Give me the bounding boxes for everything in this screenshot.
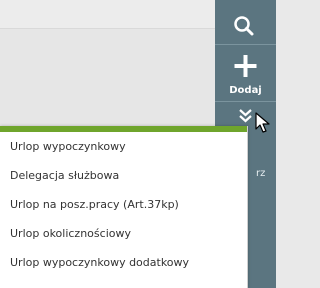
leave-type-dropdown: Urlop wypoczynkowy Delegacja służbowa Ur… <box>0 126 248 288</box>
menu-item-urlop-okolicznosciowy[interactable]: Urlop okolicznościowy <box>0 219 247 248</box>
add-button[interactable]: Dodaj <box>215 45 276 101</box>
search-button[interactable] <box>215 0 276 44</box>
mouse-cursor-icon <box>255 112 270 133</box>
plus-icon <box>234 55 257 77</box>
menu-item-urlop-wypoczynkowy-dodatkowy[interactable]: Urlop wypoczynkowy dodatkowy <box>0 248 247 277</box>
content-header-bar <box>0 0 215 29</box>
search-icon <box>234 16 254 36</box>
menu-item-delegacja-sluzbowa[interactable]: Delegacja służbowa <box>0 161 247 190</box>
content-divider <box>0 28 215 29</box>
toolbar-hidden-label: rz <box>256 168 266 179</box>
add-button-label: Dodaj <box>229 85 262 96</box>
menu-item-urlop-na-posz-pracy[interactable]: Urlop na posz.pracy (Art.37kp) <box>0 190 247 219</box>
menu-item-urlop-wypoczynkowy[interactable]: Urlop wypoczynkowy <box>0 132 247 161</box>
